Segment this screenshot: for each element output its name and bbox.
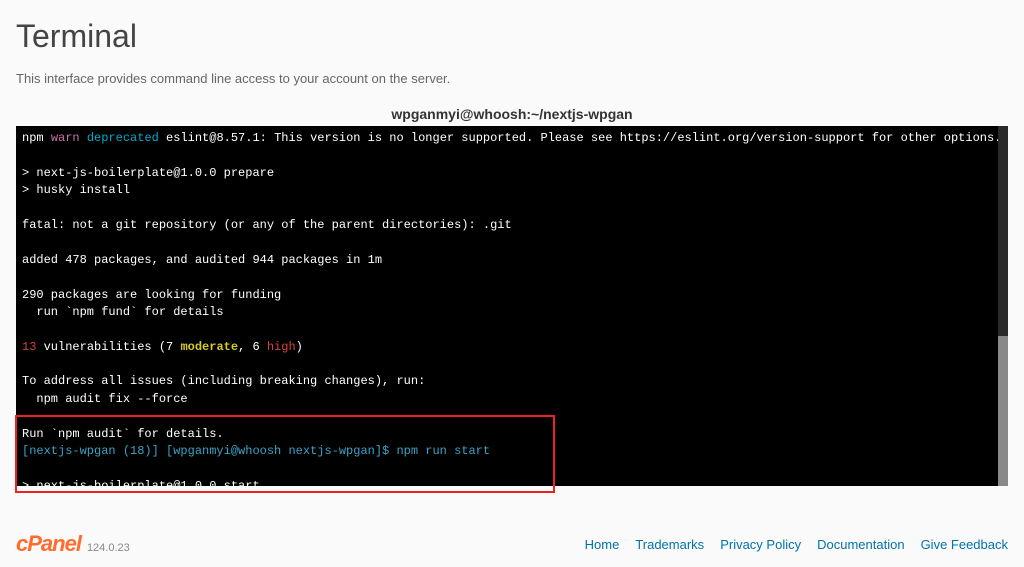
footer-links: Home Trademarks Privacy Policy Documenta… [585,537,1008,552]
footer-link-privacy[interactable]: Privacy Policy [720,537,801,552]
cpanel-logo: cPanel [16,531,81,557]
terminal-text: > next-js-boilerplate@1.0.0 start [22,479,260,486]
terminal-text: fatal: not a git repository (or any of t… [22,218,512,232]
scrollbar-track[interactable] [998,126,1008,486]
terminal-text: > next-js-boilerplate@1.0.0 prepare [22,166,274,180]
terminal-session-title: wpganmyi@whoosh:~/nextjs-wpgan [0,106,1024,122]
terminal-text: [nextjs-wpgan (18)] [wpganmyi@whoosh nex… [22,444,490,458]
terminal-text: npm [22,131,51,145]
terminal-text: warn [51,131,80,145]
terminal-text: 290 packages are looking for funding [22,288,281,302]
terminal-text: Run `npm audit` for details. [22,427,224,441]
terminal-output[interactable]: npm warn deprecated eslint@8.57.1: This … [16,126,1008,486]
terminal-text: > husky install [22,183,130,197]
footer-link-feedback[interactable]: Give Feedback [921,537,1008,552]
footer: cPanel 124.0.23 Home Trademarks Privacy … [16,531,1008,557]
terminal-text: , 6 [238,340,267,354]
terminal-text: ) [296,340,303,354]
terminal-text: high [267,340,296,354]
terminal-text: moderate [180,340,238,354]
terminal-text: eslint@8.57.1: This version is no longer… [159,131,1002,145]
terminal-text: npm audit fix --force [22,392,188,406]
terminal-text: vulnerabilities (7 [36,340,180,354]
terminal-text: run `npm fund` for details [22,305,224,319]
footer-brand-area: cPanel 124.0.23 [16,531,130,557]
terminal-text [80,131,87,145]
footer-link-documentation[interactable]: Documentation [817,537,904,552]
terminal-container: npm warn deprecated eslint@8.57.1: This … [16,126,1008,486]
page-description: This interface provides command line acc… [0,55,1024,86]
scrollbar-thumb[interactable] [998,336,1008,486]
terminal-text: deprecated [87,131,159,145]
terminal-text: added 478 packages, and audited 944 pack… [22,253,382,267]
terminal-text: 13 [22,340,36,354]
version-label: 124.0.23 [87,542,130,554]
footer-link-home[interactable]: Home [585,537,620,552]
footer-link-trademarks[interactable]: Trademarks [635,537,704,552]
terminal-text: To address all issues (including breakin… [22,374,425,388]
page-title: Terminal [0,0,1024,55]
